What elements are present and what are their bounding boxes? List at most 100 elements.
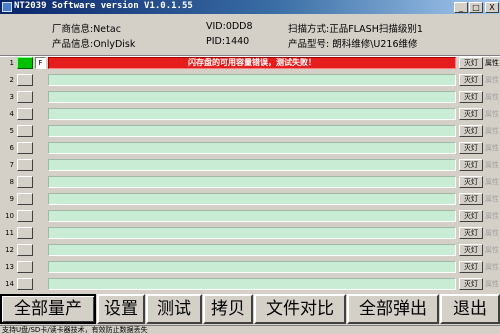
port-led-indicator [17, 74, 33, 86]
app-icon [2, 2, 12, 12]
port-light-off-button[interactable]: 灭灯 [459, 261, 483, 273]
port-light-off-button[interactable]: 灭灯 [459, 108, 483, 120]
test-button[interactable]: 测试 [146, 294, 202, 324]
title-bar: NT2039 Software version V1.0.1.55 _ □ X [0, 0, 500, 14]
port-status-bar [48, 261, 456, 273]
port-row: 7 灭灯 属性 [0, 159, 500, 173]
file-compare-button[interactable]: 文件对比 [254, 294, 346, 324]
port-light-off-button[interactable]: 灭灯 [459, 125, 483, 137]
port-light-off-button[interactable]: 灭灯 [459, 176, 483, 188]
port-status-bar [48, 244, 456, 256]
port-row: 1 F 闪存盘的可用容量错误，测试失败！ 灭灯 属性 [0, 57, 500, 71]
port-status-bar [48, 278, 456, 290]
product-info: 产品信息:OnlyDisk [52, 39, 136, 50]
port-flag: F [35, 57, 46, 69]
port-light-off-button[interactable]: 灭灯 [459, 159, 483, 171]
port-properties-link[interactable]: 属性 [485, 228, 499, 238]
port-light-off-button[interactable]: 灭灯 [459, 210, 483, 222]
port-led-indicator [17, 227, 33, 239]
port-status-bar [48, 142, 456, 154]
port-led-indicator [17, 193, 33, 205]
port-properties-link[interactable]: 属性 [485, 58, 499, 68]
vendor-info: 厂商信息:Netac [52, 24, 121, 35]
maximize-button[interactable]: □ [469, 2, 483, 13]
port-row: 2 灭灯 属性 [0, 74, 500, 88]
port-number: 4 [9, 110, 14, 118]
port-number: 2 [9, 76, 14, 84]
port-number: 5 [9, 127, 14, 135]
vid-info: VID:0DD8 [206, 21, 253, 32]
port-number: 6 [9, 144, 14, 152]
port-number: 3 [9, 93, 14, 101]
port-led-indicator [17, 57, 33, 69]
port-properties-link[interactable]: 属性 [485, 279, 499, 289]
port-properties-link[interactable]: 属性 [485, 194, 499, 204]
port-properties-link[interactable]: 属性 [485, 177, 499, 187]
port-led-indicator [17, 176, 33, 188]
port-status-message: 闪存盘的可用容量错误，测试失败！ [188, 58, 316, 67]
port-row: 10 灭灯 属性 [0, 210, 500, 224]
port-light-off-button[interactable]: 灭灯 [459, 227, 483, 239]
port-led-indicator [17, 108, 33, 120]
minimize-button[interactable]: _ [454, 2, 468, 13]
port-properties-link[interactable]: 属性 [485, 262, 499, 272]
exit-button[interactable]: 退出 [440, 294, 500, 324]
close-button[interactable]: X [485, 2, 499, 13]
port-properties-link[interactable]: 属性 [485, 160, 499, 170]
port-properties-link[interactable]: 属性 [485, 92, 499, 102]
port-light-off-button[interactable]: 灭灯 [459, 244, 483, 256]
port-light-off-button[interactable]: 灭灯 [459, 74, 483, 86]
port-number: 10 [5, 212, 14, 220]
settings-button[interactable]: 设置 [97, 294, 145, 324]
port-row: 13 灭灯 属性 [0, 261, 500, 275]
port-status-bar [48, 91, 456, 103]
port-properties-link[interactable]: 属性 [485, 211, 499, 221]
port-row: 6 灭灯 属性 [0, 142, 500, 156]
port-number: 1 [9, 59, 14, 67]
port-light-off-button[interactable]: 灭灯 [459, 278, 483, 290]
device-info-panel: 厂商信息:Netac 产品信息:OnlyDisk VID:0DD8 PID:14… [48, 16, 460, 52]
port-led-indicator [17, 91, 33, 103]
port-number: 14 [5, 280, 14, 288]
port-status-bar [48, 125, 456, 137]
port-led-indicator [17, 142, 33, 154]
port-properties-link[interactable]: 属性 [485, 75, 499, 85]
status-bar: 支持U盘/SD卡/读卡器技术，有效防止数据丢失 [0, 325, 500, 334]
port-light-off-button[interactable]: 灭灯 [459, 142, 483, 154]
port-number: 8 [9, 178, 14, 186]
port-row: 9 灭灯 属性 [0, 193, 500, 207]
port-light-off-button[interactable]: 灭灯 [459, 57, 483, 69]
port-row: 14 灭灯 属性 [0, 278, 500, 292]
port-row: 8 灭灯 属性 [0, 176, 500, 190]
port-light-off-button[interactable]: 灭灯 [459, 193, 483, 205]
port-row: 11 灭灯 属性 [0, 227, 500, 241]
port-light-off-button[interactable]: 灭灯 [459, 91, 483, 103]
port-properties-link[interactable]: 属性 [485, 126, 499, 136]
port-led-indicator [17, 210, 33, 222]
model-info: 产品型号: 朗科维修\U216维修 [288, 39, 418, 50]
port-status-bar [48, 193, 456, 205]
port-status-bar [48, 176, 456, 188]
port-led-indicator [17, 278, 33, 290]
pid-info: PID:1440 [206, 36, 250, 47]
window-title: NT2039 Software version V1.0.1.55 [14, 1, 193, 11]
copy-button[interactable]: 拷贝 [203, 294, 253, 324]
port-led-indicator [17, 125, 33, 137]
eject-all-button[interactable]: 全部弹出 [347, 294, 439, 324]
mass-production-all-button[interactable]: 全部量产 [0, 294, 96, 324]
port-properties-link[interactable]: 属性 [485, 245, 499, 255]
port-status-bar: 闪存盘的可用容量错误，测试失败！ [48, 57, 456, 69]
port-number: 7 [9, 161, 14, 169]
bottom-toolbar: 全部量产 设置 测试 拷贝 文件对比 全部弹出 退出 [0, 294, 500, 324]
port-number: 12 [5, 246, 14, 254]
port-row: 5 灭灯 属性 [0, 125, 500, 139]
port-properties-link[interactable]: 属性 [485, 143, 499, 153]
port-status-bar [48, 159, 456, 171]
port-number: 9 [9, 195, 14, 203]
port-status-bar [48, 74, 456, 86]
port-status-bar [48, 210, 456, 222]
port-row: 12 灭灯 属性 [0, 244, 500, 258]
port-properties-link[interactable]: 属性 [485, 109, 499, 119]
port-row: 3 灭灯 属性 [0, 91, 500, 105]
port-status-bar [48, 108, 456, 120]
